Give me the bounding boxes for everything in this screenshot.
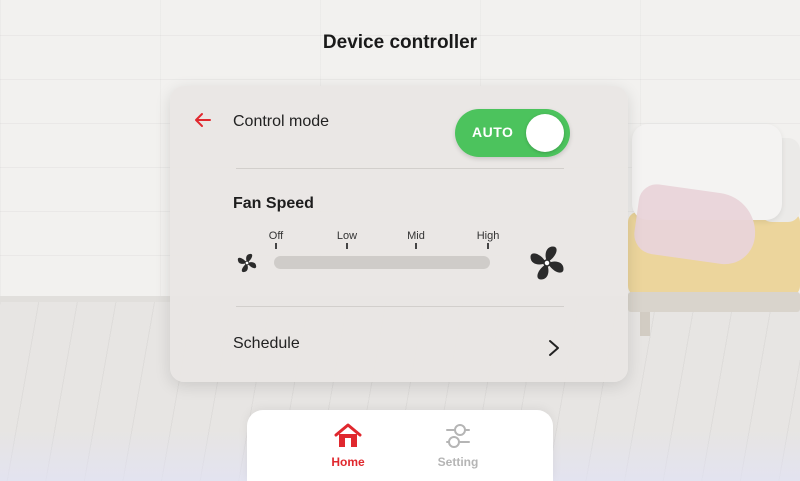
chevron-right-icon [549, 340, 559, 356]
schedule-row[interactable]: Schedule [233, 322, 573, 366]
divider [236, 306, 564, 307]
fan-level-tick [275, 243, 277, 249]
fan-speed-slider[interactable] [274, 256, 490, 269]
settings-sliders-icon [446, 424, 470, 448]
fan-high-icon [530, 246, 564, 280]
nav-home[interactable]: Home [308, 420, 388, 476]
fan-level-label: Off [268, 230, 284, 242]
schedule-label: Schedule [233, 335, 300, 352]
sofa-base [628, 292, 800, 312]
nav-home-label: Home [331, 455, 365, 469]
control-mode-toggle[interactable]: AUTO [455, 109, 570, 157]
back-arrow-icon[interactable] [193, 110, 213, 130]
fan-level-label: Low [336, 230, 358, 242]
toggle-label: AUTO [472, 124, 514, 140]
fan-level-label: High [476, 230, 500, 242]
fan-low-icon [237, 253, 257, 273]
bottom-nav: Home Setting [247, 410, 553, 481]
divider [236, 168, 564, 169]
home-icon [334, 423, 362, 447]
control-mode-label: Control mode [233, 113, 330, 130]
fan-level-tick [487, 243, 489, 249]
fan-level-tick [415, 243, 417, 249]
sofa-leg [640, 312, 650, 336]
nav-setting-label: Setting [437, 455, 479, 469]
fan-level-label: Mid [407, 230, 425, 242]
fan-speed-title: Fan Speed [233, 195, 314, 212]
toggle-knob [526, 114, 564, 152]
page-title: Device controller [322, 32, 478, 53]
fan-level-tick [346, 243, 348, 249]
nav-setting[interactable]: Setting [418, 420, 498, 476]
